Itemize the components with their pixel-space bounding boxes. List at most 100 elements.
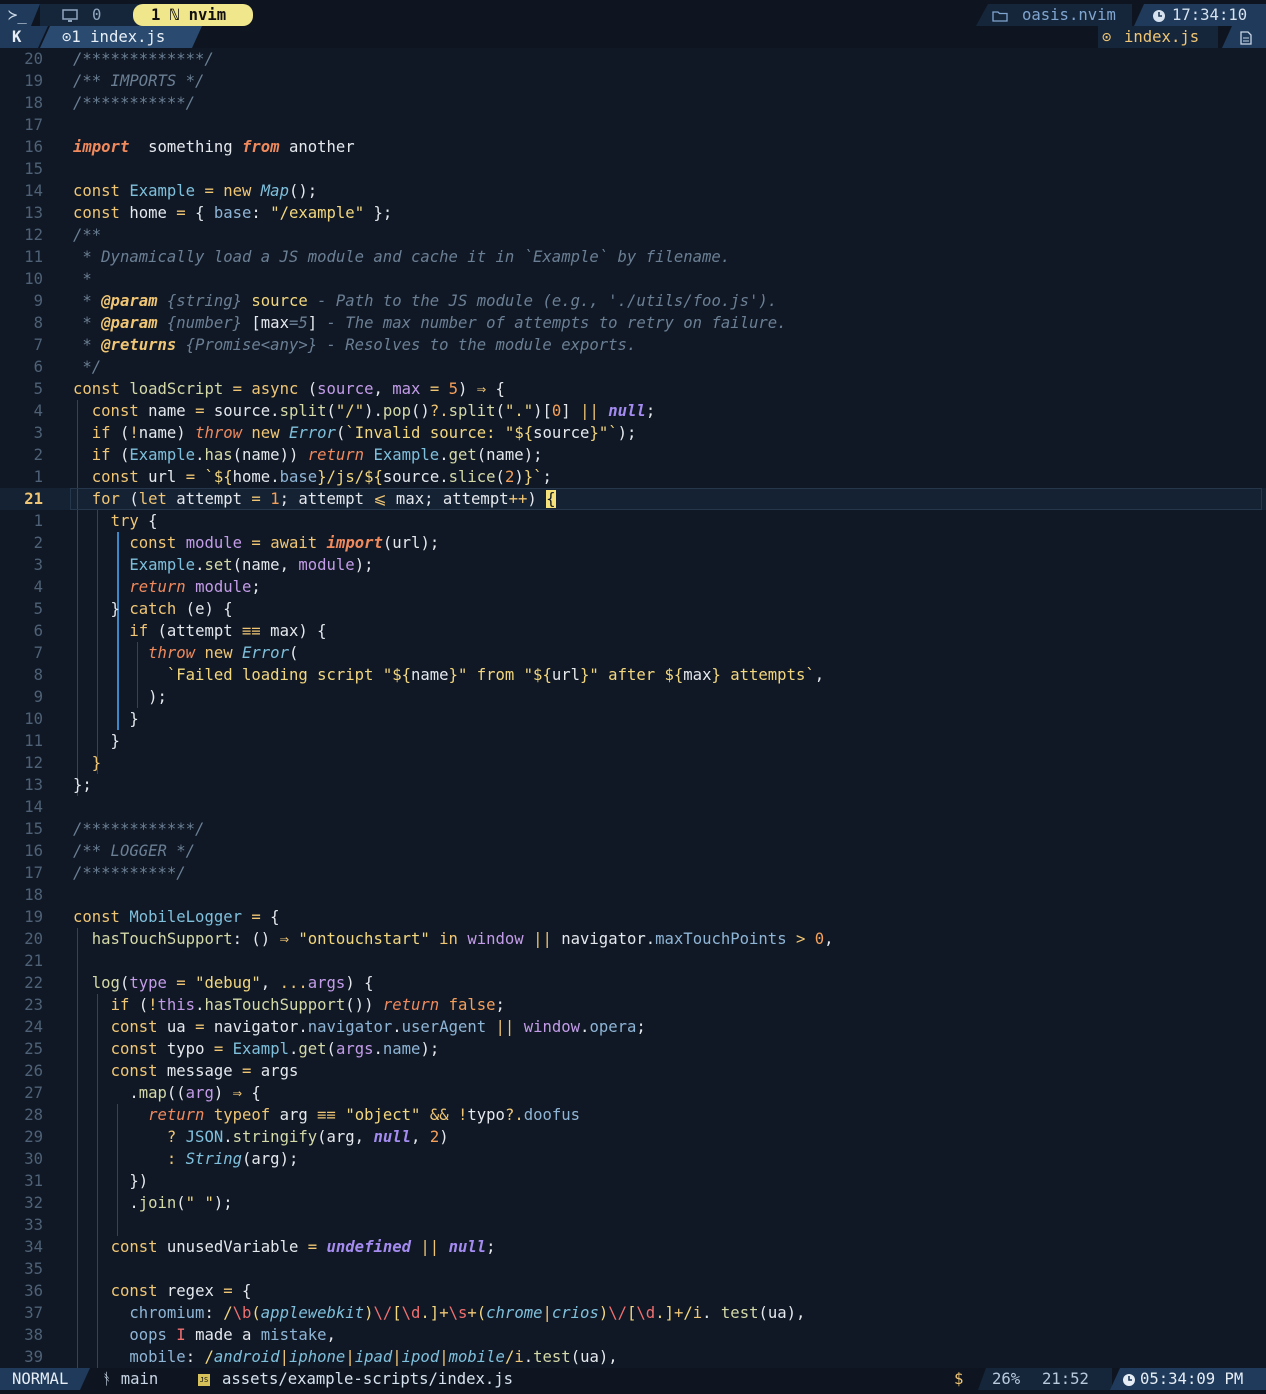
document-icon[interactable]: [1222, 26, 1266, 48]
code-line[interactable]: 39 mobile: /android|iphone|ipad|ipod|mob…: [0, 1346, 1266, 1368]
code-line[interactable]: 16 import something from another: [0, 136, 1266, 158]
code-line[interactable]: 21: [0, 950, 1266, 972]
line-number: 31: [24, 1172, 43, 1190]
code-line[interactable]: 31 }): [0, 1170, 1266, 1192]
git-branch[interactable]: ᚬ main: [92, 1368, 188, 1390]
code-line[interactable]: 20 hasTouchSupport: () ⇒ "ontouchstart" …: [0, 928, 1266, 950]
branch-name: main: [120, 1370, 159, 1388]
code-line[interactable]: 37 chromium: /\b(applewebkit)\/[\d.]+\s+…: [0, 1302, 1266, 1324]
code-line[interactable]: 27 .map((arg) ⇒ {: [0, 1082, 1266, 1104]
editor-buffer[interactable]: 20/*************/19/** IMPORTS */18/****…: [0, 48, 1266, 1368]
code-token: (name,: [232, 556, 299, 574]
code-line[interactable]: 7 throw new Error(: [0, 642, 1266, 664]
code-line[interactable]: 9 * @param {string} source - Path to the…: [0, 290, 1266, 312]
editor-logo-icon[interactable]: K: [0, 26, 48, 48]
code-line[interactable]: 4 return module;: [0, 576, 1266, 598]
code-line[interactable]: 10 *: [0, 268, 1266, 290]
terminal-prompt-icon[interactable]: ≻_: [0, 4, 40, 26]
code-line[interactable]: 19 const MobileLogger = {: [0, 906, 1266, 928]
code-line[interactable]: 17: [0, 114, 1266, 136]
code-line[interactable]: 16 /** LOGGER */: [0, 840, 1266, 862]
code-line[interactable]: 20 /*************/: [0, 48, 1266, 70]
code-line[interactable]: 32 .join(" ");: [0, 1192, 1266, 1214]
code-token: await: [270, 534, 318, 552]
code-line[interactable]: 29 ? JSON.stringify(arg, null, 2): [0, 1126, 1266, 1148]
code-line[interactable]: 14 const Example = new Map();: [0, 180, 1266, 202]
code-token: (: [110, 446, 130, 464]
code-line[interactable]: 10 }: [0, 708, 1266, 730]
line-number: 35: [24, 1260, 43, 1278]
code-line[interactable]: 3 Example.set(name, module);: [0, 554, 1266, 576]
code-line[interactable]: 5 const loadScript = async (source, max =…: [0, 378, 1266, 400]
code-line[interactable]: 3 if (!name) throw new Error(`Invalid so…: [0, 422, 1266, 444]
code-token: }: [91, 754, 102, 772]
code-line[interactable]: 11 * Dynamically load a JS module and ca…: [0, 246, 1266, 268]
code-line[interactable]: 12 }: [0, 752, 1266, 774]
code-line[interactable]: 15: [0, 158, 1266, 180]
code-token: 2: [504, 468, 515, 486]
code-line[interactable]: 28 return typeof arg ≡≡ "object" && !typ…: [0, 1104, 1266, 1126]
code-line[interactable]: 33: [0, 1214, 1266, 1236]
code-line[interactable]: 1 const url = `${home.base}/js/${source.…: [0, 466, 1266, 488]
tmux-window-0[interactable]: 0: [40, 4, 142, 26]
code-line[interactable]: 25 const typo = Exampl.get(args.name);: [0, 1038, 1266, 1060]
code-token: >: [795, 930, 806, 948]
code-line[interactable]: 35: [0, 1258, 1266, 1280]
code-line[interactable]: 30 : String(arg);: [0, 1148, 1266, 1170]
winbar-current-file[interactable]: ⊙ index.js: [1098, 26, 1218, 48]
tmux-window-1[interactable]: 1 ℕ nvim: [133, 4, 253, 26]
line-number: 12: [24, 226, 43, 244]
code-line[interactable]: 34 const unusedVariable = undefined || n…: [0, 1236, 1266, 1258]
code-token: (name)): [232, 446, 308, 464]
code-line[interactable]: 18 /***********/: [0, 92, 1266, 114]
code-token: )[: [533, 402, 552, 420]
code-line[interactable]: 13};: [0, 774, 1266, 796]
code-token: module: [195, 578, 252, 596]
code-line[interactable]: 14: [0, 796, 1266, 818]
code-token: (: [335, 424, 346, 442]
code-line[interactable]: 2 if (Example.has(name)) return Example.…: [0, 444, 1266, 466]
code-token: !: [148, 996, 158, 1014]
line-number: 20: [24, 50, 43, 68]
code-line[interactable]: 26 const message = args: [0, 1060, 1266, 1082]
code-line[interactable]: 18: [0, 884, 1266, 906]
code-line[interactable]: 5 } catch (e) {: [0, 598, 1266, 620]
tmux-session[interactable]: oasis.nvim: [976, 4, 1132, 26]
code-line[interactable]: 15 /************/: [0, 818, 1266, 840]
code-line[interactable]: 4 const name = source.split("/").pop()?.…: [0, 400, 1266, 422]
code-line[interactable]: 21 for (let attempt = 1; attempt ⩽ max; …: [0, 488, 1266, 510]
file-path[interactable]: JS assets/example-scripts/index.js: [190, 1368, 710, 1390]
code-line[interactable]: 9 );: [0, 686, 1266, 708]
code-line[interactable]: 24 const ua = navigator.navigator.userAg…: [0, 1016, 1266, 1038]
code-line[interactable]: 2 const module = await import(url);: [0, 532, 1266, 554]
code-line[interactable]: 1 try {: [0, 510, 1266, 532]
code-line[interactable]: 8 * @param {number} [max=5] - The max nu…: [0, 312, 1266, 334]
code-token: max: [683, 666, 712, 684]
code-line[interactable]: 8 `Failed loading script "${name}" from …: [0, 664, 1266, 686]
code-line[interactable]: 23 if (!this.hasTouchSupport()) return f…: [0, 994, 1266, 1016]
code-line[interactable]: 22 log(type = "debug", ...args) {: [0, 972, 1266, 994]
code-line[interactable]: 7 * @returns {Promise<any>} - Resolves t…: [0, 334, 1266, 356]
code-line[interactable]: 6 */: [0, 356, 1266, 378]
code-line[interactable]: 11 }: [0, 730, 1266, 752]
line-number: 8: [33, 314, 43, 332]
code-line[interactable]: 17 /**********/: [0, 862, 1266, 884]
code-line[interactable]: 13 const home = { base: "/example" };: [0, 202, 1266, 224]
code-token: );: [213, 1194, 233, 1212]
code-token: import: [326, 534, 383, 552]
code-token: .: [288, 1040, 299, 1058]
code-token: args: [335, 1040, 374, 1058]
code-line[interactable]: 6 if (attempt ≡≡ max) {: [0, 620, 1266, 642]
neovim-icon: ℕ: [160, 6, 189, 24]
code-line[interactable]: 19 /** IMPORTS */: [0, 70, 1266, 92]
code-line[interactable]: 36 const regex = {: [0, 1280, 1266, 1302]
tab-index-js[interactable]: ⊙1 index.js: [40, 26, 202, 48]
code-token: ⇒: [279, 930, 289, 948]
code-line[interactable]: 38 oops I made a mistake,: [0, 1324, 1266, 1346]
code-line[interactable]: 12 /**: [0, 224, 1266, 246]
